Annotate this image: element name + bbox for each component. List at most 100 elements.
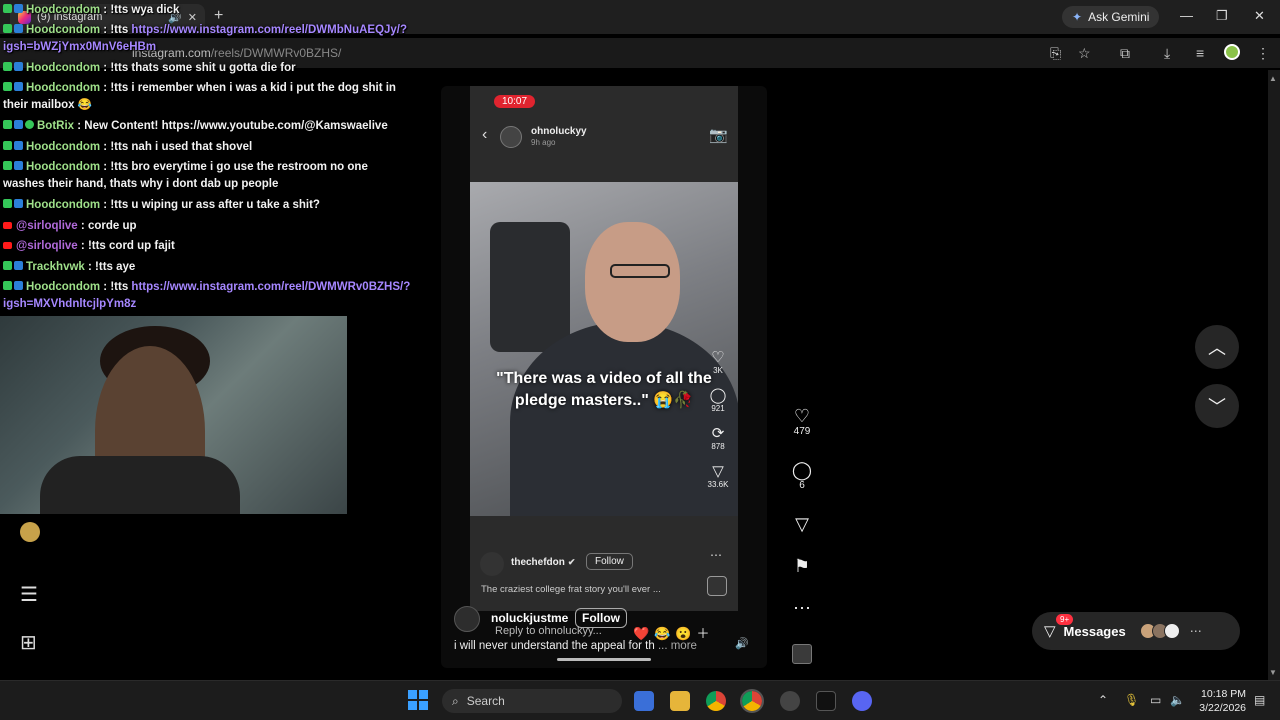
page-scrollbar[interactable] — [1268, 70, 1280, 682]
heart-icon[interactable]: ♡ — [788, 406, 816, 426]
video-scene — [470, 182, 738, 516]
webcam-overlay — [0, 316, 347, 514]
chrome-icon[interactable] — [706, 691, 726, 711]
windows-start-icon[interactable] — [408, 690, 428, 710]
verified-icon: ✔ — [567, 557, 576, 567]
media-control-icon[interactable]: ≡ — [1196, 45, 1204, 61]
reel-caption: i will never understand the appeal for t… — [454, 640, 697, 652]
minimize-icon[interactable]: — — [1180, 8, 1193, 23]
commenter-username[interactable]: noluckjustme — [491, 611, 568, 625]
inner-share-icon: ▽ — [712, 463, 724, 480]
restore-icon[interactable]: ❐ — [1216, 8, 1228, 24]
reel-player[interactable]: 10:07 ‹ ohnoluckyy 9h ago 📷 "There was a… — [441, 86, 767, 668]
chat-message: Hoodcondom : !tts bro everytime i go use… — [3, 161, 368, 190]
apps-grid-icon[interactable]: ⊞ — [20, 630, 37, 655]
chat-message: @sirloqlive : !tts cord up fajit — [3, 238, 411, 255]
network-icon[interactable]: ▭ — [1150, 693, 1161, 707]
ask-gemini-button[interactable]: ✦ Ask Gemini — [1062, 6, 1160, 28]
reply-input[interactable]: Reply to ohnoluckyy... — [495, 625, 602, 637]
scroll-down-icon[interactable]: ▼ — [1269, 668, 1277, 677]
chevron-up-icon: ︿ — [1208, 338, 1226, 358]
comment-count: 6 — [799, 480, 805, 491]
profile-avatar[interactable] — [1224, 44, 1240, 60]
comment-action[interactable]: ◯ 6 — [788, 460, 816, 491]
comment-icon[interactable]: ◯ — [788, 460, 816, 480]
chat-message: Hoodcondom : !tts nah i used that shovel — [3, 139, 411, 156]
discord-icon[interactable] — [852, 691, 872, 711]
search-icon: ⌕ — [452, 693, 459, 708]
chat-message: Hoodcondom : !tts thats some shit u gott… — [3, 60, 411, 77]
inner-follow-label: Follow — [586, 553, 633, 570]
phone-timestamp: 9h ago — [531, 138, 556, 147]
progress-bar[interactable] — [557, 658, 651, 661]
send-icon[interactable]: ▽ — [788, 514, 816, 534]
menu-dots-icon[interactable]: ⋮ — [1256, 45, 1270, 62]
messages-button[interactable]: ▽ 9+ Messages ⋯ — [1032, 612, 1240, 650]
inner-repost-icon: ⟳ — [711, 425, 725, 442]
store-icon[interactable] — [634, 691, 654, 711]
inner-music-icon — [707, 576, 727, 596]
more-link[interactable]: ... more — [658, 640, 697, 652]
share-action[interactable]: ▽ — [788, 514, 816, 534]
scroll-up-icon[interactable]: ▲ — [1269, 74, 1277, 83]
obs-icon[interactable] — [780, 691, 800, 711]
taskbar-clock[interactable]: 10:18 PM 3/22/2026 — [1172, 687, 1246, 715]
taskbar-search[interactable]: ⌕ Search — [442, 689, 622, 713]
screen: (9) Instagram 🔊 ✕ + ✦ Ask Gemini — ❐ ✕ i… — [0, 0, 1280, 720]
install-app-icon[interactable]: ⎘ — [1050, 45, 1061, 62]
video-caption-overlay: "There was a video of all the pledge mas… — [496, 370, 712, 409]
hamburger-menu-icon[interactable]: ☰ — [20, 582, 38, 607]
ig-profile-avatar[interactable] — [20, 522, 40, 542]
chrome-active-icon[interactable] — [740, 689, 764, 713]
microphone-icon[interactable]: 🎙 — [1124, 693, 1139, 707]
video-head — [585, 222, 680, 342]
messages-send-icon: ▽ 9+ — [1044, 614, 1074, 640]
file-explorer-icon[interactable] — [670, 691, 690, 711]
messages-badge: 9+ — [1056, 614, 1074, 625]
more-dots-icon[interactable]: ⋯ — [788, 598, 816, 618]
inner-more-icon: ⋯ — [710, 548, 722, 562]
taskbar-search-label: Search — [466, 694, 505, 708]
chat-message: Hoodcondom : !tts i remember when i was … — [3, 82, 396, 111]
audio-thumbnail[interactable] — [792, 644, 812, 664]
volume-icon[interactable]: 🔊 — [735, 637, 749, 650]
chat-message: Hoodcondom : !tts wya dick — [3, 2, 411, 19]
next-reel-button[interactable]: ﹀ — [1195, 384, 1239, 428]
reel-video-frame[interactable]: 10:07 ‹ ohnoluckyy 9h ago 📷 "There was a… — [470, 86, 738, 611]
phone-clock: 10:07 — [494, 95, 536, 108]
message-avatars — [1139, 623, 1180, 639]
inner-description: The craziest college frat story you'll e… — [481, 584, 661, 595]
camera-icon: 📷 — [709, 127, 728, 144]
phone-username: ohnoluckyy — [531, 126, 587, 137]
windows-taskbar: ⌕ Search ⌃ 🎙 ▭ 🔈 10:18 PM 3/22/2026 ▤ — [0, 680, 1280, 720]
save-action[interactable]: ⚑ — [788, 556, 816, 576]
video-seat — [490, 222, 570, 352]
bookmark-icon[interactable]: ⚑ — [788, 556, 816, 576]
chat-message: Hoodcondom : !tts u wiping ur ass after … — [3, 197, 411, 214]
messages-more-icon: ⋯ — [1189, 624, 1202, 638]
notification-icon[interactable]: ▤ — [1254, 693, 1265, 707]
commenter-avatar[interactable] — [454, 606, 480, 632]
chat-message: @sirloqlive : corde up — [3, 218, 411, 235]
like-count: 479 — [793, 426, 811, 437]
bookmark-star-icon[interactable]: ☆ — [1078, 45, 1091, 62]
back-chevron-icon: ‹ — [482, 126, 488, 143]
extensions-icon[interactable]: ⧉ — [1120, 45, 1130, 62]
tray-chevron-icon[interactable]: ⌃ — [1098, 693, 1108, 707]
creator-name: thechefdon ✔ — [511, 557, 576, 568]
close-window-icon[interactable]: ✕ — [1254, 8, 1265, 24]
previous-reel-button[interactable]: ︿ — [1195, 325, 1239, 369]
tiktok-icon[interactable] — [816, 691, 836, 711]
creator-avatar — [480, 552, 504, 576]
download-icon[interactable]: ⤓ — [1164, 45, 1170, 62]
video-glasses — [610, 264, 670, 278]
like-action[interactable]: ♡ 479 — [788, 406, 816, 437]
inner-heart-icon: ♡ — [711, 349, 725, 366]
taskbar-time: 10:18 PM — [1201, 688, 1246, 700]
webcam-shirt — [40, 456, 240, 514]
ask-gemini-label: Ask Gemini — [1088, 10, 1150, 24]
inner-video-actions: ♡ 3K ◯ 921 ⟳ 878 ▽ 33.6K — [704, 348, 732, 500]
chevron-down-icon: ﹀ — [1208, 397, 1226, 417]
more-action[interactable]: ⋯ — [788, 598, 816, 618]
phone-avatar — [500, 126, 522, 148]
